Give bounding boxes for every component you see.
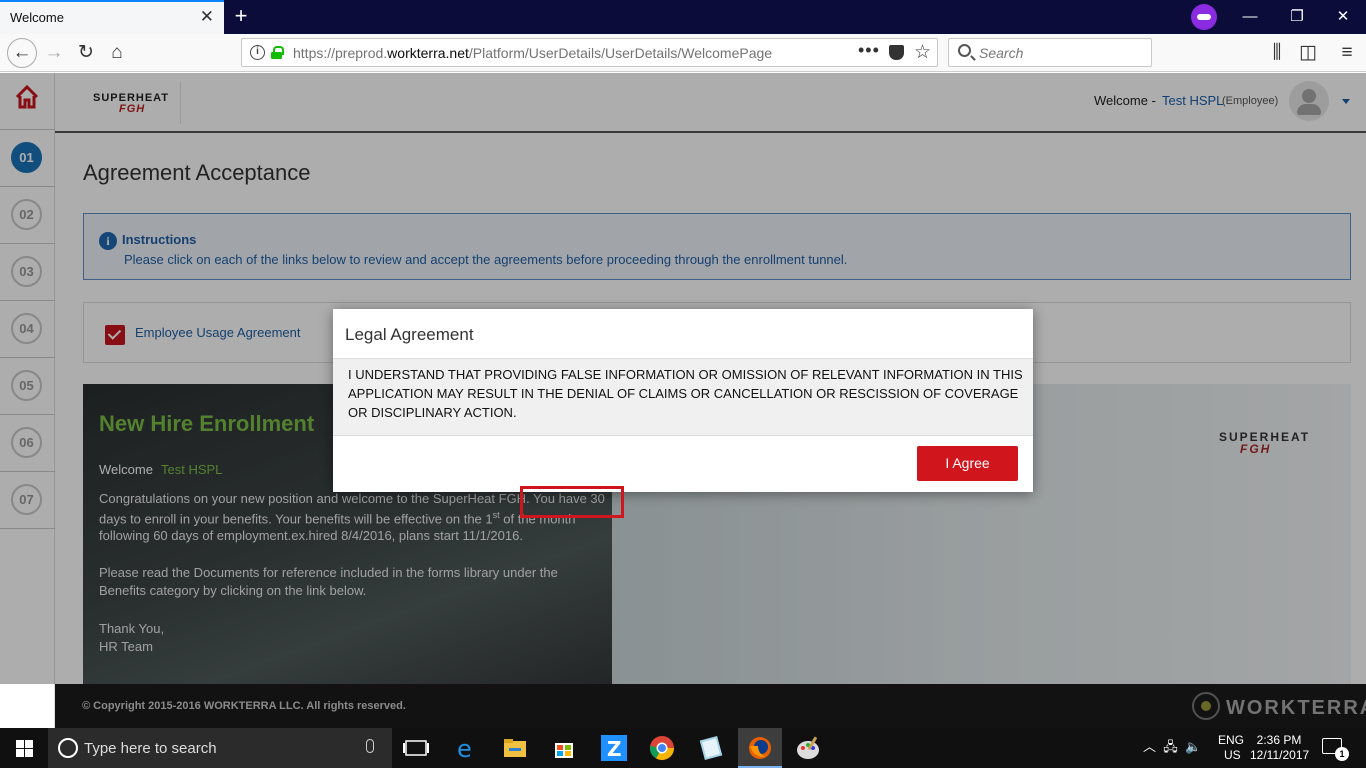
modal-title: Legal Agreement bbox=[345, 325, 474, 344]
highlight-annotation-box bbox=[520, 486, 624, 518]
notebook-app-icon[interactable] bbox=[695, 732, 727, 764]
site-info-icon[interactable]: i bbox=[250, 45, 265, 60]
chrome-icon[interactable] bbox=[646, 732, 678, 764]
microphone-icon[interactable] bbox=[366, 739, 374, 753]
sidebar-toggle-icon[interactable]: ◫ bbox=[1294, 40, 1322, 66]
forward-icon[interactable]: → bbox=[40, 40, 68, 66]
modal-backdrop-header bbox=[55, 73, 1366, 133]
firefox-icon[interactable] bbox=[744, 732, 776, 764]
clock-date: 12/11/2017 bbox=[1250, 748, 1310, 762]
minimize-icon[interactable]: — bbox=[1230, 4, 1270, 30]
new-tab-icon[interactable]: + bbox=[228, 4, 254, 30]
restore-icon[interactable]: ❐ bbox=[1277, 4, 1317, 30]
search-input[interactable] bbox=[979, 43, 1139, 63]
windows-logo-icon[interactable] bbox=[16, 740, 33, 757]
file-explorer-icon[interactable] bbox=[499, 732, 531, 764]
taskbar-clock[interactable]: 2:36 PM 12/11/2017 bbox=[1250, 733, 1310, 763]
z-app-icon[interactable]: Z bbox=[598, 732, 630, 764]
tab-title: Welcome bbox=[10, 10, 64, 25]
i-agree-button[interactable]: I Agree bbox=[917, 446, 1018, 481]
modal-backdrop-footer bbox=[55, 684, 1366, 728]
search-icon bbox=[958, 44, 971, 57]
menu-icon[interactable]: ≡ bbox=[1333, 40, 1361, 66]
svg-text:Z: Z bbox=[607, 737, 622, 761]
cortana-icon bbox=[58, 738, 78, 758]
modal-body-text: I UNDERSTAND THAT PROVIDING FALSE INFORM… bbox=[348, 367, 1023, 420]
window-close-icon[interactable]: ✕ bbox=[1323, 4, 1363, 30]
legal-agreement-modal: Legal Agreement I UNDERSTAND THAT PROVID… bbox=[333, 309, 1033, 492]
back-icon[interactable]: ← bbox=[7, 38, 37, 68]
clock-time: 2:36 PM bbox=[1256, 733, 1302, 747]
private-browsing-icon bbox=[1191, 4, 1217, 30]
language-indicator[interactable]: ENG US bbox=[1218, 733, 1244, 763]
url-text[interactable]: https://preprod.workterra.net/Platform/U… bbox=[293, 45, 772, 61]
system-tray-icons[interactable]: ︿ 🖧 🔈 bbox=[1143, 736, 1201, 760]
browser-tab[interactable]: Welcome ✕ bbox=[0, 0, 224, 34]
pocket-icon[interactable] bbox=[889, 45, 904, 60]
library-icon[interactable]: ⫼ bbox=[1263, 40, 1291, 66]
tab-close-icon[interactable]: ✕ bbox=[200, 7, 214, 27]
page-actions-icon[interactable]: ••• bbox=[858, 40, 880, 61]
store-icon[interactable] bbox=[548, 732, 580, 764]
modal-backdrop-sidebar bbox=[0, 73, 55, 684]
svg-text:e: e bbox=[457, 735, 472, 763]
url-bar[interactable]: i https://preprod.workterra.net/Platform… bbox=[241, 38, 938, 67]
modal-body: I UNDERSTAND THAT PROVIDING FALSE INFORM… bbox=[333, 358, 1033, 436]
lock-icon bbox=[271, 46, 284, 59]
bookmark-star-icon[interactable]: ☆ bbox=[914, 41, 931, 64]
task-view-icon[interactable] bbox=[400, 732, 432, 764]
edge-icon[interactable]: e bbox=[451, 732, 483, 764]
notification-center-icon[interactable]: 1 bbox=[1322, 738, 1349, 761]
browser-search-bar[interactable] bbox=[948, 38, 1152, 67]
taskbar-search[interactable]: Type here to search bbox=[48, 728, 392, 768]
paint-icon[interactable] bbox=[793, 732, 825, 764]
reload-icon[interactable]: ↻ bbox=[72, 40, 100, 66]
home-icon[interactable]: ⌂ bbox=[103, 40, 131, 66]
taskbar-search-placeholder: Type here to search bbox=[84, 740, 217, 757]
